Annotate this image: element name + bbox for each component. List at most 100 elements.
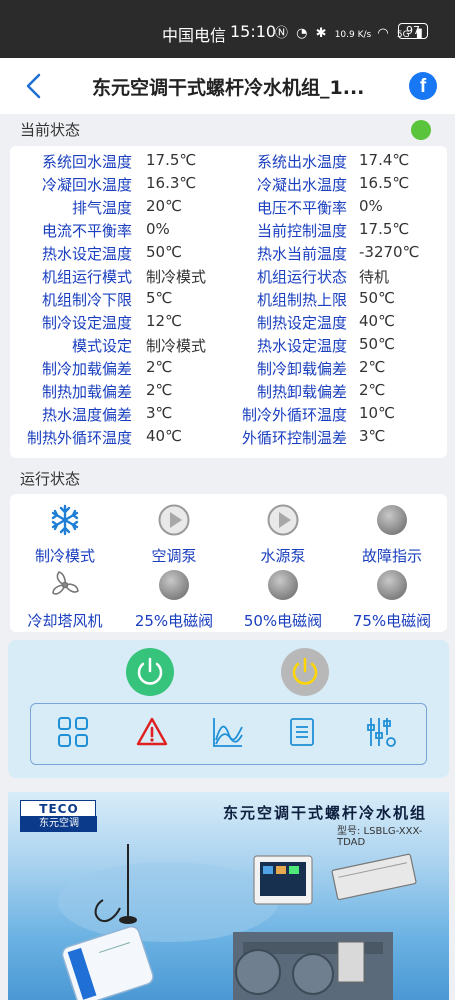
status-label: 外循环控制温差 xyxy=(241,429,347,447)
run-item-valve-50: 50%电磁阀 xyxy=(228,569,338,630)
carrier-label: 中国电信 xyxy=(162,26,227,45)
status-value: 0% xyxy=(146,220,170,238)
status-value: 3℃ xyxy=(146,404,173,422)
status-value: 0% xyxy=(359,197,383,215)
status-label: 制冷加载偏差 xyxy=(41,360,132,378)
status-label: 热水设定温度 xyxy=(256,337,347,355)
status-label: 冷凝出水温度 xyxy=(256,176,347,194)
run-item-label: 故障指示 xyxy=(361,547,422,565)
bluetooth-icon: ✱ xyxy=(315,26,329,41)
run-item-label: 制冷模式 xyxy=(34,547,95,565)
status-value: 40℃ xyxy=(359,312,395,330)
run-status-heading: 运行状态 xyxy=(20,470,81,488)
status-value: 制冷模式 xyxy=(146,268,207,286)
net-speed: 10.9 K/s xyxy=(334,30,372,40)
play-icon xyxy=(267,504,299,536)
status-value: 16.3℃ xyxy=(146,174,197,192)
status-value: 5℃ xyxy=(146,289,173,307)
status-label: 排气温度 xyxy=(71,199,132,217)
battery-icon: 97 xyxy=(398,23,428,39)
status-row: 排气温度 20℃ 电压不平衡率 0% xyxy=(10,197,447,220)
online-indicator xyxy=(411,120,431,140)
status-label: 机组制热上限 xyxy=(256,291,347,309)
status-label: 制冷卸载偏差 xyxy=(256,360,347,378)
status-label: 系统回水温度 xyxy=(41,153,132,171)
system-status-bar: 中国电信 15:10 Ⓝ ◔ ✱ 10.9 K/s ◠ 5G ▮ 97 xyxy=(0,0,455,58)
run-item-fault: 故障指示 xyxy=(337,504,447,565)
facebook-icon[interactable]: f xyxy=(409,72,437,100)
power-off-button[interactable] xyxy=(281,648,329,696)
status-row: 制热加载偏差 2℃ 制热卸载偏差 2℃ xyxy=(10,381,447,404)
clock: 15:10 xyxy=(230,22,277,41)
status-label: 热水设定温度 xyxy=(41,245,132,263)
run-item-valve-75: 75%电磁阀 xyxy=(337,569,447,630)
status-label: 当前控制温度 xyxy=(256,222,347,240)
status-value: -3270℃ xyxy=(359,243,420,261)
chevron-left-icon[interactable] xyxy=(22,71,46,101)
alarm-icon[interactable] xyxy=(135,715,169,749)
run-item-label: 冷却塔风机 xyxy=(27,612,103,630)
status-label: 冷凝回水温度 xyxy=(41,176,132,194)
status-value: 2℃ xyxy=(146,381,173,399)
status-value: 3℃ xyxy=(359,427,386,445)
nfc-icon: Ⓝ xyxy=(275,26,291,41)
run-item-valve-25: 25%电磁阀 xyxy=(119,569,229,630)
status-value: 50℃ xyxy=(146,243,182,261)
battery-level: 97 xyxy=(406,24,420,37)
run-item-label: 50%电磁阀 xyxy=(243,612,323,630)
status-value: 17.5℃ xyxy=(359,220,410,238)
power-on-button[interactable] xyxy=(126,648,174,696)
run-item-source-pump: 水源泵 xyxy=(228,504,338,565)
status-label: 机组制冷下限 xyxy=(41,291,132,309)
run-item-tower-fan: 冷却塔风机 xyxy=(10,569,120,630)
fan-icon xyxy=(52,571,79,595)
settings-icon[interactable] xyxy=(364,715,398,749)
app-header: 东元空调干式螺杆冷水机组_1... f xyxy=(0,58,455,114)
page-title: 东元空调干式螺杆冷水机组_1... xyxy=(92,77,365,99)
product-banner: TECO 东元空调 东元空调干式螺杆冷水机组 型号: LSBLG-XXX-TDA… xyxy=(8,792,449,1000)
status-value: 17.4℃ xyxy=(359,151,410,169)
status-label: 机组运行模式 xyxy=(41,268,132,286)
run-item-cooling-mode: 制冷模式 xyxy=(10,504,120,565)
status-value: 2℃ xyxy=(359,358,386,376)
run-item-label: 水源泵 xyxy=(260,547,306,565)
status-value: 50℃ xyxy=(359,335,395,353)
status-value: 20℃ xyxy=(146,197,182,215)
run-item-label: 25%电磁阀 xyxy=(134,612,214,630)
status-label: 制热卸载偏差 xyxy=(256,383,347,401)
grid-icon[interactable] xyxy=(56,715,90,749)
status-value: 10℃ xyxy=(359,404,395,422)
list-icon[interactable] xyxy=(285,715,319,749)
status-value: 50℃ xyxy=(359,289,395,307)
status-row: 制冷加载偏差 2℃ 制冷卸载偏差 2℃ xyxy=(10,358,447,381)
status-row: 制热外循环温度 40℃ 外循环控制温差 3℃ xyxy=(10,427,447,450)
status-value: 2℃ xyxy=(359,381,386,399)
status-row: 模式设定 制冷模式 热水设定温度 50℃ xyxy=(10,335,447,358)
status-value: 17.5℃ xyxy=(146,151,197,169)
product-illustration xyxy=(58,844,417,1000)
status-row: 热水温度偏差 3℃ 制冷外循环温度 10℃ xyxy=(10,404,447,427)
mute-icon: ◔ xyxy=(296,26,310,41)
status-label: 系统出水温度 xyxy=(256,153,347,171)
snowflake-icon xyxy=(51,504,79,536)
status-label: 制热外循环温度 xyxy=(26,429,132,447)
play-icon xyxy=(158,504,190,536)
status-row: 电流不平衡率 0% 当前控制温度 17.5℃ xyxy=(10,220,447,243)
status-value: 12℃ xyxy=(146,312,182,330)
status-label: 制冷外循环温度 xyxy=(241,406,347,424)
status-row: 机组运行模式 制冷模式 机组运行状态 待机 xyxy=(10,266,447,289)
status-label: 电流不平衡率 xyxy=(41,222,132,240)
status-row: 系统回水温度 17.5℃ 系统出水温度 17.4℃ xyxy=(10,151,447,174)
status-label: 电压不平衡率 xyxy=(256,199,347,217)
status-value: 制冷模式 xyxy=(146,337,207,355)
indicator-icon xyxy=(377,505,407,535)
chart-icon[interactable] xyxy=(211,715,245,749)
status-value: 待机 xyxy=(359,268,390,286)
power-icon xyxy=(137,657,163,685)
status-value: 16.5℃ xyxy=(359,174,410,192)
status-label: 模式设定 xyxy=(71,337,132,355)
status-label: 热水当前温度 xyxy=(256,245,347,263)
status-label: 机组运行状态 xyxy=(256,268,347,286)
status-label: 制热设定温度 xyxy=(256,314,347,332)
status-label: 热水温度偏差 xyxy=(41,406,132,424)
